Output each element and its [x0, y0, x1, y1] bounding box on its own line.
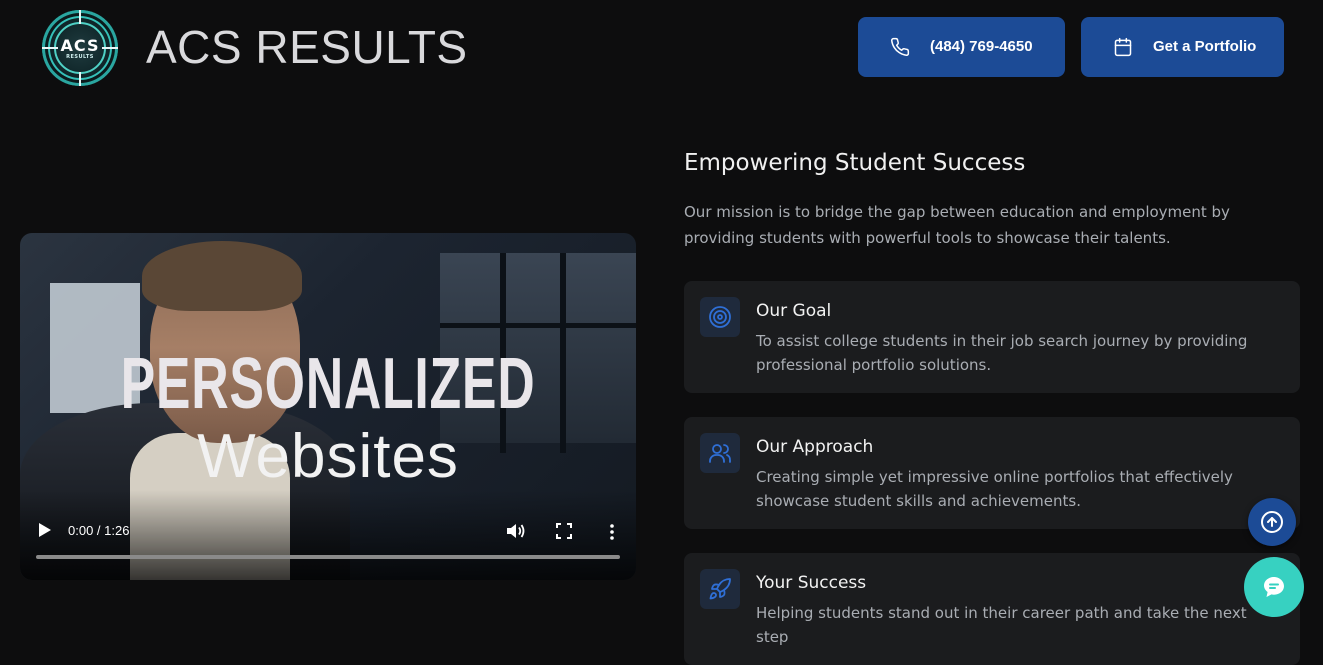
- logo-crosshair-top: [79, 10, 81, 24]
- scroll-to-top-button[interactable]: [1248, 498, 1296, 546]
- card-title: Our Approach: [756, 437, 874, 457]
- card-your-success: Your Success Helping students stand out …: [684, 553, 1300, 665]
- card-description: To assist college students in their job …: [756, 332, 1248, 374]
- logo-crosshair-bottom: [79, 72, 81, 86]
- phone-icon: [891, 37, 910, 56]
- rocket-icon: [700, 569, 740, 609]
- card-our-goal: Our Goal To assist college students in t…: [684, 281, 1300, 393]
- site-header: ACS RESULTS ACS RESULTS (484) 769-4650 G…: [0, 0, 1323, 100]
- get-portfolio-label: Get a Portfolio: [1153, 38, 1257, 55]
- calendar-icon: [1114, 37, 1132, 57]
- section-heading: Empowering Student Success: [684, 150, 1026, 176]
- video-time: 0:00 / 1:26: [68, 523, 130, 538]
- card-title: Our Goal: [756, 301, 832, 321]
- target-icon: [700, 297, 740, 337]
- get-portfolio-button[interactable]: Get a Portfolio: [1081, 17, 1284, 77]
- card-our-approach: Our Approach Creating simple yet impress…: [684, 417, 1300, 529]
- logo-subtext: RESULTS: [66, 54, 94, 60]
- chat-button[interactable]: [1244, 557, 1304, 617]
- more-options-icon[interactable]: [608, 523, 616, 541]
- video-title-line2: Websites: [197, 422, 459, 491]
- card-description: Helping students stand out in their care…: [756, 604, 1247, 646]
- users-icon: [700, 433, 740, 473]
- arrow-up-circle-icon: [1261, 511, 1283, 533]
- fullscreen-icon[interactable]: [556, 523, 572, 539]
- video-person-hair: [142, 241, 302, 311]
- play-icon[interactable]: [38, 522, 52, 538]
- acs-logo[interactable]: ACS RESULTS: [42, 10, 118, 86]
- logo-text: ACS: [60, 36, 100, 55]
- phone-label: (484) 769-4650: [930, 38, 1033, 55]
- brand-name[interactable]: ACS RESULTS: [146, 20, 468, 74]
- mission-text: Our mission is to bridge the gap between…: [684, 203, 1230, 247]
- volume-icon[interactable]: [506, 522, 526, 540]
- card-description: Creating simple yet impressive online po…: [756, 468, 1233, 510]
- video-progress-bar[interactable]: [36, 555, 620, 559]
- video-title-line1: PERSONALIZED: [120, 344, 536, 424]
- chat-bubble-icon: [1264, 577, 1284, 597]
- card-title: Your Success: [756, 573, 867, 593]
- promo-video[interactable]: PERSONALIZED Websites 0:00 / 1:26: [20, 233, 636, 580]
- phone-button[interactable]: (484) 769-4650: [858, 17, 1065, 77]
- video-bg-frame: [440, 323, 636, 328]
